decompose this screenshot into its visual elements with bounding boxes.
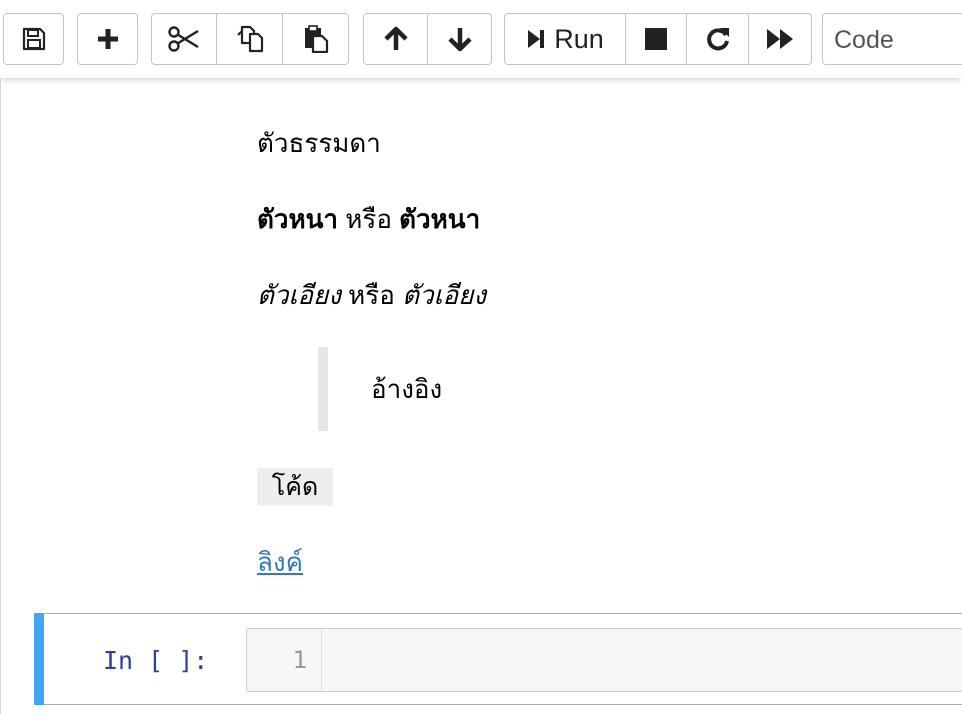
restart-button[interactable] bbox=[686, 13, 749, 65]
italic-text: ตัวเอียง bbox=[257, 280, 341, 310]
step-forward-icon bbox=[528, 30, 545, 48]
save-button[interactable] bbox=[3, 13, 64, 65]
move-down-button[interactable] bbox=[427, 13, 492, 65]
save-group bbox=[3, 13, 64, 65]
restart-icon bbox=[706, 28, 729, 51]
blockquote-text: อ้างอิง bbox=[371, 374, 443, 404]
cell-type-select[interactable]: Code bbox=[822, 13, 962, 65]
paste-button[interactable] bbox=[282, 13, 349, 65]
notebook-left-border bbox=[0, 78, 1, 714]
interrupt-button[interactable] bbox=[625, 13, 687, 65]
line-number: 1 bbox=[292, 646, 307, 674]
selected-cell-indicator bbox=[34, 613, 44, 705]
arrow-up-icon bbox=[383, 26, 408, 50]
or-text: หรือ bbox=[340, 280, 403, 310]
cut-button[interactable] bbox=[151, 13, 217, 65]
markdown-italic-line: ตัวเอียง หรือ ตัวเอียง bbox=[257, 280, 486, 310]
markdown-bold-line: ตัวหนา หรือ ตัวหนา bbox=[257, 204, 480, 234]
markdown-link[interactable]: ลิงค์ bbox=[257, 546, 303, 578]
inline-code: โค้ด bbox=[257, 468, 333, 506]
arrow-down-icon bbox=[447, 28, 472, 52]
fast-forward-icon bbox=[767, 29, 793, 49]
paste-icon bbox=[304, 25, 328, 53]
copy-button[interactable] bbox=[216, 13, 283, 65]
blockquote-bar bbox=[318, 347, 328, 431]
save-icon bbox=[22, 27, 45, 51]
input-prompt: In [ ]: bbox=[103, 646, 209, 675]
stop-icon bbox=[645, 28, 667, 50]
bold-text: ตัวหนา bbox=[257, 204, 338, 234]
insert-group bbox=[77, 13, 138, 65]
or-text: หรือ bbox=[338, 204, 400, 234]
move-group bbox=[363, 13, 492, 65]
run-group: Run bbox=[504, 13, 812, 65]
bold-text: ตัวหนา bbox=[399, 204, 481, 234]
run-all-button[interactable] bbox=[748, 13, 812, 65]
plus-icon bbox=[97, 29, 118, 49]
move-up-button[interactable] bbox=[363, 13, 428, 65]
run-button[interactable]: Run bbox=[504, 13, 626, 65]
line-number-gutter: 1 bbox=[247, 629, 322, 691]
clipboard-group bbox=[151, 13, 349, 65]
notebook-toolbar: Run Code bbox=[0, 0, 962, 78]
scissors-icon bbox=[168, 26, 199, 52]
run-label: Run bbox=[554, 23, 604, 54]
copy-icon bbox=[236, 25, 263, 53]
insert-cell-button[interactable] bbox=[77, 13, 138, 65]
markdown-normal-text: ตัวธรรมดา bbox=[257, 128, 381, 158]
code-editor[interactable]: 1 bbox=[246, 628, 962, 692]
italic-text: ตัวเอียง bbox=[402, 280, 487, 310]
